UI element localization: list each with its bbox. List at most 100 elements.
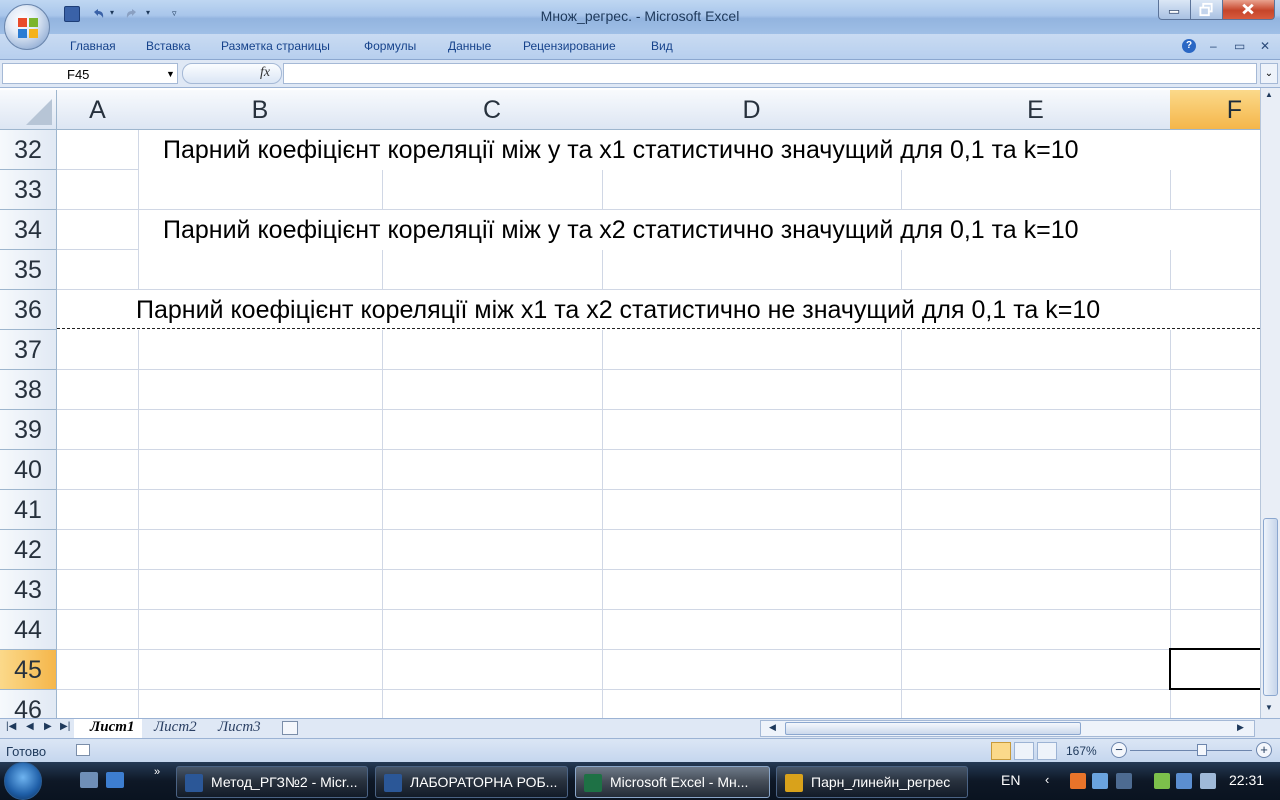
row-header-32[interactable]: 32 — [0, 130, 57, 170]
column-header-f[interactable]: F — [1170, 90, 1260, 130]
task-word-1[interactable]: Метод_РГЗ№2 - Micr... — [176, 766, 368, 798]
minimize-button[interactable] — [1158, 0, 1191, 20]
task-label: Microsoft Excel - Мн... — [610, 774, 749, 790]
zoom-slider-thumb[interactable] — [1197, 744, 1207, 756]
tab-data[interactable]: Данные — [448, 39, 491, 53]
task-excel[interactable]: Microsoft Excel - Мн... — [575, 766, 770, 798]
task-word-2[interactable]: ЛАБОРАТОРНА РОБ... — [375, 766, 568, 798]
name-box[interactable]: F45 ▼ — [2, 63, 178, 84]
row-header-42[interactable]: 42 — [0, 530, 57, 570]
gridline — [57, 609, 1260, 610]
row-header-44[interactable]: 44 — [0, 610, 57, 650]
column-header-c[interactable]: C — [382, 90, 603, 130]
next-sheet-icon[interactable]: ▶ — [44, 721, 52, 732]
show-desktop-icon[interactable] — [80, 772, 98, 788]
column-header-e[interactable]: E — [901, 90, 1171, 130]
workbook-minimize-icon[interactable]: – — [1210, 39, 1217, 53]
sheet-tab-3[interactable]: Лист3 — [202, 719, 266, 738]
horizontal-scroll-thumb[interactable] — [785, 722, 1081, 735]
status-bar: Готово 167% − + — [0, 738, 1280, 762]
row-header-36[interactable]: 36 — [0, 290, 57, 330]
clock[interactable]: 22:31 — [1229, 772, 1264, 788]
row-header-38[interactable]: 38 — [0, 370, 57, 410]
tab-page-layout[interactable]: Разметка страницы — [221, 39, 330, 53]
cell-b34[interactable]: Парний коефіцієнт кореляції між у та х2 … — [139, 210, 1260, 250]
restore-button[interactable] — [1190, 0, 1223, 20]
row-header-35[interactable]: 35 — [0, 250, 57, 290]
row-header-41[interactable]: 41 — [0, 490, 57, 530]
row-header-45[interactable]: 45 — [0, 650, 57, 690]
tray-app-icon[interactable] — [1070, 773, 1086, 789]
quick-launch-more-icon[interactable]: » — [154, 766, 160, 778]
row-header-46[interactable]: 46 — [0, 690, 57, 718]
insert-sheet-icon[interactable] — [282, 721, 298, 735]
formula-bar: F45 ▼ fx ⌄ — [0, 60, 1280, 88]
page-layout-view-button[interactable] — [1014, 742, 1034, 760]
tray-battery-icon[interactable] — [1154, 773, 1170, 789]
prev-sheet-icon[interactable]: ◀ — [26, 721, 34, 732]
task-folder[interactable]: Парн_линейн_регрес — [776, 766, 968, 798]
last-sheet-icon[interactable]: ▶| — [60, 721, 70, 732]
tray-agent-icon[interactable] — [1116, 773, 1132, 789]
row-header-33[interactable]: 33 — [0, 170, 57, 210]
select-all-icon — [26, 99, 52, 125]
first-sheet-icon[interactable]: |◀ — [6, 721, 16, 732]
horizontal-scrollbar[interactable]: ◀ ▶ — [760, 720, 1255, 737]
task-label: ЛАБОРАТОРНА РОБ... — [410, 774, 558, 790]
tab-formulas[interactable]: Формулы — [364, 39, 416, 53]
zoom-slider-track[interactable] — [1130, 750, 1252, 751]
quick-launch-icon[interactable] — [106, 772, 124, 788]
page-break-view-button[interactable] — [1037, 742, 1057, 760]
cell-b32[interactable]: Парний коефіцієнт кореляції між у та х1 … — [139, 130, 1260, 170]
macro-record-icon[interactable] — [76, 744, 90, 756]
insert-function-icon[interactable]: fx — [260, 65, 270, 81]
expand-formula-bar-icon[interactable]: ⌄ — [1260, 63, 1278, 84]
row-header-34[interactable]: 34 — [0, 210, 57, 250]
scroll-up-icon[interactable]: ▲ — [1265, 90, 1273, 99]
vertical-scrollbar[interactable]: ▲ ▼ — [1260, 88, 1280, 718]
gridline — [57, 569, 1260, 570]
zoom-out-button[interactable]: − — [1111, 742, 1127, 758]
tray-sync-icon[interactable] — [1092, 773, 1108, 789]
scroll-right-icon[interactable]: ▶ — [1237, 722, 1244, 733]
row-header-39[interactable]: 39 — [0, 410, 57, 450]
normal-view-button[interactable] — [991, 742, 1011, 760]
scroll-down-icon[interactable]: ▼ — [1265, 703, 1273, 712]
formula-input[interactable] — [283, 63, 1257, 84]
row-header-43[interactable]: 43 — [0, 570, 57, 610]
network-icon[interactable] — [1176, 773, 1192, 789]
row-header-37[interactable]: 37 — [0, 330, 57, 370]
zoom-level[interactable]: 167% — [1066, 744, 1097, 758]
tab-view[interactable]: Вид — [651, 39, 673, 53]
workbook-restore-icon[interactable]: ▭ — [1234, 39, 1245, 53]
sheet-tab-2[interactable]: Лист2 — [138, 719, 202, 738]
vertical-scroll-thumb[interactable] — [1263, 518, 1278, 696]
column-header-b[interactable]: B — [138, 90, 383, 130]
status-text: Готово — [6, 744, 47, 759]
select-all-button[interactable] — [0, 90, 57, 130]
office-button[interactable] — [4, 4, 50, 50]
window-title: Множ_регрес. - Microsoft Excel — [540, 8, 740, 24]
tab-home[interactable]: Главная — [70, 39, 116, 53]
zoom-in-button[interactable]: + — [1256, 742, 1272, 758]
name-box-dropdown-icon[interactable]: ▼ — [166, 69, 175, 79]
volume-icon[interactable] — [1200, 773, 1216, 789]
language-indicator[interactable]: EN — [1001, 772, 1020, 788]
active-cell-f45[interactable] — [1169, 648, 1260, 690]
row-header-40[interactable]: 40 — [0, 450, 57, 490]
taskbar: » Метод_РГЗ№2 - Micr... ЛАБОРАТОРНА РОБ.… — [0, 762, 1280, 800]
column-header-d[interactable]: D — [602, 90, 902, 130]
start-button[interactable] — [4, 762, 42, 800]
cell-a36[interactable]: Парний коефіцієнт кореляції між х1 та х2… — [58, 290, 1260, 330]
tab-review[interactable]: Рецензирование — [523, 39, 616, 53]
close-button[interactable] — [1222, 0, 1275, 20]
tab-insert[interactable]: Вставка — [146, 39, 191, 53]
help-icon[interactable]: ? — [1182, 39, 1196, 53]
sheet-tab-1[interactable]: Лист1 — [74, 719, 142, 738]
scroll-left-icon[interactable]: ◀ — [769, 722, 776, 733]
worksheet-grid[interactable]: Парний коефіцієнт кореляції між у та х1 … — [0, 90, 1260, 718]
workbook-close-icon[interactable]: ✕ — [1260, 39, 1270, 53]
column-header-a[interactable]: A — [57, 90, 139, 130]
excel-icon — [584, 774, 602, 792]
tray-expand-icon[interactable]: ‹ — [1045, 772, 1049, 787]
